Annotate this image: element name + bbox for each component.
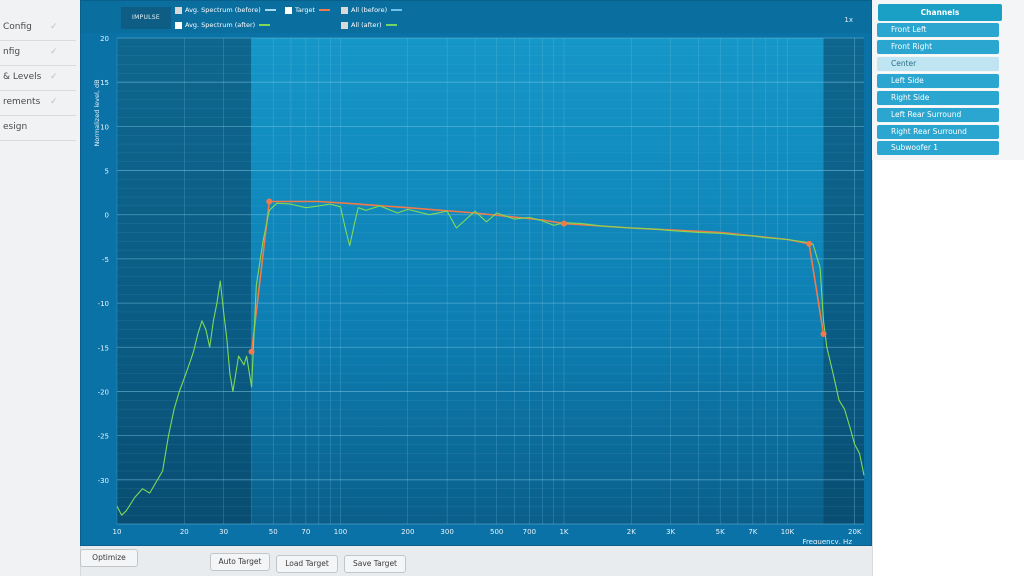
channel-center[interactable]: Center xyxy=(877,57,999,71)
save-target-button[interactable]: Save Target xyxy=(344,555,406,573)
x-tick-label: 5K xyxy=(716,528,725,536)
x-tick-label: 500 xyxy=(490,528,503,536)
x-axis-label: Frequency, Hz xyxy=(802,538,852,544)
y-tick-label: -15 xyxy=(98,344,109,352)
x-tick-label: 10 xyxy=(113,528,122,536)
channel-divider xyxy=(877,106,999,107)
channel-label: Left Rear Surround xyxy=(891,110,962,119)
channel-divider xyxy=(877,38,999,39)
y-tick-label: -30 xyxy=(98,477,109,485)
sidebar-divider xyxy=(0,90,76,91)
load-target-button[interactable]: Load Target xyxy=(276,555,338,573)
x-tick-label: 20K xyxy=(848,528,862,536)
channel-left-side[interactable]: Left Side xyxy=(877,74,999,88)
x-tick-label: 70 xyxy=(301,528,310,536)
target-control-point xyxy=(248,348,255,355)
channel-label: Center xyxy=(891,59,917,68)
y-tick-label: 10 xyxy=(100,123,109,131)
sidebar-item-label: rements xyxy=(3,97,41,107)
channel-right-rear-surround[interactable]: Right Rear Surround xyxy=(877,125,999,139)
channel-label: Right Rear Surround xyxy=(891,127,967,136)
channel-label: Subwoofer 1 xyxy=(891,143,939,152)
channel-divider xyxy=(877,123,999,124)
channel-label: Front Left xyxy=(891,25,927,34)
check-icon: ✓ xyxy=(50,97,58,107)
y-tick-label: 5 xyxy=(105,168,109,176)
frequency-response-chart[interactable]: 20151050-5-10-15-20-25-3010 20 30 50 70 100 20… xyxy=(80,0,870,544)
x-tick-label: 100 xyxy=(334,528,347,536)
sidebar-item-label: nfig xyxy=(3,47,21,57)
x-tick-label: 30 xyxy=(219,528,228,536)
x-tick-label: 700 xyxy=(523,528,536,536)
channel-subwoofer-1[interactable]: Subwoofer 1 xyxy=(877,141,999,155)
channel-divider xyxy=(877,72,999,73)
sidebar-divider xyxy=(0,140,76,141)
y-tick-label: 20 xyxy=(100,35,109,43)
channel-label: Left Side xyxy=(891,76,924,85)
target-control-point xyxy=(266,198,273,205)
channel-right-side[interactable]: Right Side xyxy=(877,91,999,105)
y-tick-label: -20 xyxy=(98,388,109,396)
y-tick-label: -5 xyxy=(102,256,109,264)
channel-front-left[interactable]: Front Left xyxy=(877,23,999,37)
check-icon: ✓ xyxy=(50,22,58,32)
sidebar-item-design[interactable]: esign xyxy=(0,115,67,139)
target-control-point xyxy=(560,220,567,227)
left-sidebar: Config nfig & Levels rements esign ✓ ✓ ✓… xyxy=(0,0,81,576)
channel-divider xyxy=(877,55,999,56)
sidebar-divider xyxy=(0,115,76,116)
y-tick-label: -10 xyxy=(98,300,109,308)
sidebar-item-label: esign xyxy=(3,122,28,132)
check-icon: ✓ xyxy=(50,72,58,82)
y-tick-label: 15 xyxy=(100,79,109,87)
x-tick-label: 2K xyxy=(627,528,636,536)
channel-front-right[interactable]: Front Right xyxy=(877,40,999,54)
y-tick-label: -25 xyxy=(98,433,109,441)
sidebar-item-label: & Levels xyxy=(3,72,42,82)
panel-background xyxy=(872,160,1024,576)
channel-label: Right Side xyxy=(891,93,930,102)
auto-target-button[interactable]: Auto Target xyxy=(210,553,270,571)
x-tick-label: 1K xyxy=(559,528,568,536)
channel-label: Front Right xyxy=(891,42,933,51)
sidebar-divider xyxy=(0,65,76,66)
optimize-button[interactable]: Optimize xyxy=(80,549,138,567)
target-control-point xyxy=(806,240,813,247)
x-tick-label: 3K xyxy=(666,528,675,536)
x-tick-label: 7K xyxy=(748,528,757,536)
x-tick-label: 50 xyxy=(269,528,278,536)
channels-header: Channels xyxy=(878,4,1002,21)
x-tick-label: 300 xyxy=(440,528,453,536)
y-axis-label: Normalized level, dB xyxy=(93,79,101,146)
channel-divider xyxy=(877,89,999,90)
sidebar-item-label: Config xyxy=(3,22,32,32)
x-tick-label: 200 xyxy=(401,528,414,536)
check-icon: ✓ xyxy=(50,47,58,57)
target-control-point xyxy=(820,331,827,338)
x-tick-label: 20 xyxy=(180,528,189,536)
x-tick-label: 10K xyxy=(781,528,795,536)
channels-panel: Channels Front Left Front Right Center L… xyxy=(872,0,1024,576)
channel-left-rear-surround[interactable]: Left Rear Surround xyxy=(877,108,999,122)
y-tick-label: 0 xyxy=(105,212,109,220)
sidebar-divider xyxy=(0,40,76,41)
